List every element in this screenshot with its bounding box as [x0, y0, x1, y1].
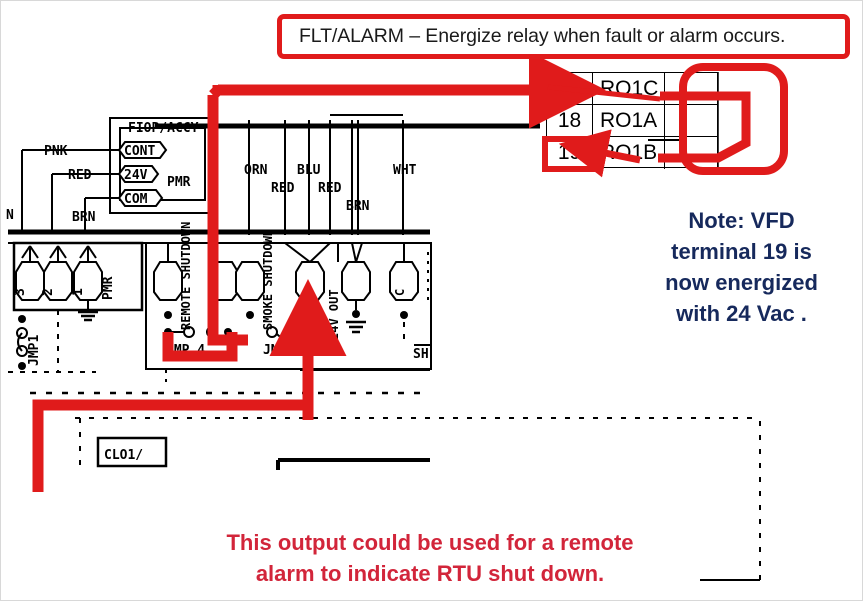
caption-line-1: This output could be used for a remote [226, 530, 634, 555]
vfd-note: Note: VFD terminal 19 is now energized w… [620, 205, 863, 329]
red-wire-bottom-left [32, 399, 308, 492]
callout-box: FLT/ALARM – Energize relay when fault or… [277, 14, 850, 59]
note-line-4: with 24 Vac . [676, 301, 807, 326]
red-relay-contact-path [658, 91, 751, 163]
note-line-3: now energized [665, 270, 818, 295]
note-line-1: Note: VFD [688, 208, 795, 233]
diagram-page: FIOP/ACCY PMR CONT 24V COM PNK RED BRN N… [0, 0, 865, 603]
red-strike-terminal-17 [547, 84, 661, 102]
caption-line-2: alarm to indicate RTU shut down. [255, 561, 605, 586]
bottom-caption: This output could be used for a remote a… [100, 527, 760, 589]
terminal-19-highlight-box [542, 136, 600, 172]
callout-text: FLT/ALARM – Energize relay when fault or… [299, 25, 786, 47]
note-line-2: terminal 19 is [671, 239, 812, 264]
red-arrow-terminal-19 [558, 129, 641, 178]
red-wire-vertical-left [207, 95, 248, 346]
